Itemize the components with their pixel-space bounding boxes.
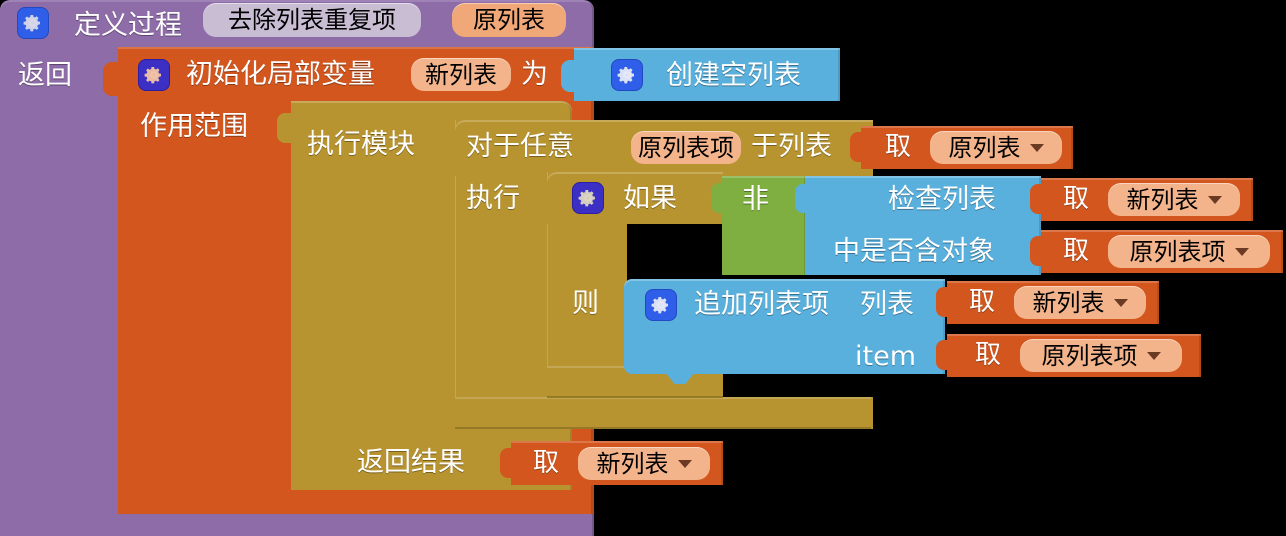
add-items-list-label: 列表 [860, 289, 914, 320]
for-each-footer-bar [455, 397, 871, 429]
get-variable-dropdown[interactable]: 新列表 [578, 447, 710, 480]
blocks-canvas[interactable]: 定义过程 去除列表重复项 原列表 返回 初始化局部变量 新列表 为 作用范围 创… [0, 0, 1286, 536]
for-each-do-label: 执行 [466, 183, 520, 214]
chevron-down-icon[interactable] [677, 459, 692, 468]
get-label: 取 [1063, 184, 1090, 214]
not-label: 非 [742, 184, 769, 215]
get-label: 取 [969, 287, 996, 317]
procedure-param-field[interactable]: 原列表 [452, 3, 566, 37]
get-variable-dropdown[interactable]: 新列表 [1108, 183, 1240, 216]
get-label: 取 [975, 340, 1002, 370]
get-variable-dropdown[interactable]: 原列表项 [1108, 235, 1270, 268]
chevron-down-icon[interactable] [1207, 195, 1222, 204]
create-empty-list-label: 创建空列表 [666, 60, 801, 91]
add-items-item-label: item [855, 341, 917, 372]
gear-icon[interactable] [645, 289, 677, 321]
get-variable-dropdown[interactable]: 新列表 [1014, 286, 1146, 319]
get-label: 取 [1063, 236, 1090, 266]
is-in-list-line2: 中是否含对象 [833, 236, 995, 267]
do-result-do-label: 执行模块 [307, 129, 415, 160]
chevron-down-icon[interactable] [1146, 351, 1161, 360]
socket-do-result [277, 113, 293, 143]
local-variable-name-field[interactable]: 新列表 [411, 58, 511, 91]
gear-icon[interactable] [17, 7, 49, 39]
init-local-label: 初始化局部变量 [186, 59, 375, 90]
chevron-down-icon[interactable] [1029, 143, 1044, 152]
chevron-down-icon[interactable] [1234, 247, 1249, 256]
gear-icon[interactable] [611, 59, 643, 91]
chevron-down-icon[interactable] [1113, 298, 1128, 307]
init-local-as-label: 为 [521, 59, 548, 90]
get-variable-dropdown[interactable]: 原列表 [930, 131, 1062, 164]
procedure-name-field[interactable]: 去除列表重复项 [203, 3, 421, 37]
then-label: 则 [572, 288, 599, 319]
add-items-label: 追加列表项 [694, 289, 829, 320]
procedure-return-label: 返回 [18, 60, 72, 91]
init-local-scope-label: 作用范围 [140, 111, 248, 142]
get-label: 取 [533, 448, 560, 478]
is-in-list-line1: 检查列表 [888, 184, 996, 215]
if-label: 如果 [623, 183, 677, 214]
get-label: 取 [885, 132, 912, 162]
get-variable-dropdown[interactable]: 原列表项 [1020, 339, 1182, 372]
for-each-label: 对于任意 [466, 131, 574, 162]
for-each-in-list-label: 于列表 [751, 131, 832, 162]
gear-icon[interactable] [138, 59, 170, 91]
for-each-item-field[interactable]: 原列表项 [631, 131, 741, 164]
gear-icon[interactable] [572, 182, 604, 214]
procedure-label: 定义过程 [74, 10, 182, 41]
do-result-result-label: 返回结果 [357, 447, 465, 478]
